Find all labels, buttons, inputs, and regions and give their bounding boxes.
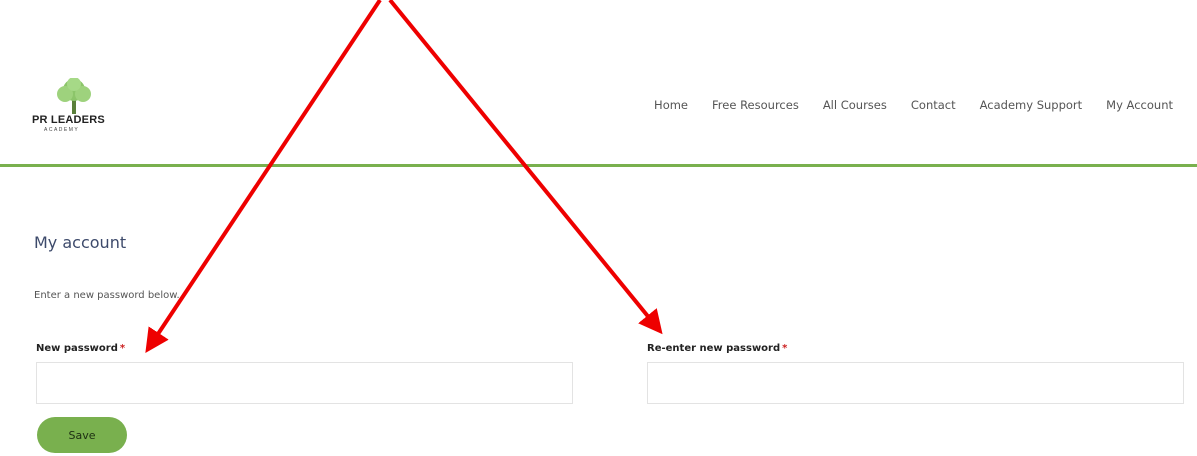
new-password-input[interactable]: [36, 362, 573, 404]
nav-contact[interactable]: Contact: [911, 98, 956, 112]
nav-my-account[interactable]: My Account: [1106, 98, 1173, 112]
nav-home[interactable]: Home: [654, 98, 688, 112]
confirm-password-label: Re-enter new password *: [647, 343, 787, 354]
new-password-label: New password *: [36, 343, 125, 354]
page-title: My account: [34, 233, 127, 252]
intro-text: Enter a new password below.: [34, 290, 180, 301]
nav-academy-support[interactable]: Academy Support: [980, 98, 1083, 112]
tree-icon: [57, 78, 91, 114]
header-divider: [0, 164, 1197, 167]
logo-subtext: ACADEMY: [44, 127, 80, 133]
nav-free-resources[interactable]: Free Resources: [712, 98, 799, 112]
required-mark: *: [782, 343, 788, 354]
main-nav: Home Free Resources All Courses Contact …: [630, 98, 1173, 112]
confirm-password-input[interactable]: [647, 362, 1184, 404]
logo-text: PR LEADERS: [32, 114, 105, 126]
site-logo[interactable]: PR LEADERS ACADEMY: [32, 78, 122, 144]
save-button[interactable]: Save: [37, 417, 127, 453]
site-header: PR LEADERS ACADEMY Home Free Resources A…: [0, 0, 1197, 165]
confirm-password-label-text: Re-enter new password: [647, 343, 781, 354]
new-password-label-text: New password: [36, 343, 118, 354]
nav-all-courses[interactable]: All Courses: [823, 98, 887, 112]
page: PR LEADERS ACADEMY Home Free Resources A…: [0, 0, 1197, 456]
required-mark: *: [119, 343, 126, 354]
